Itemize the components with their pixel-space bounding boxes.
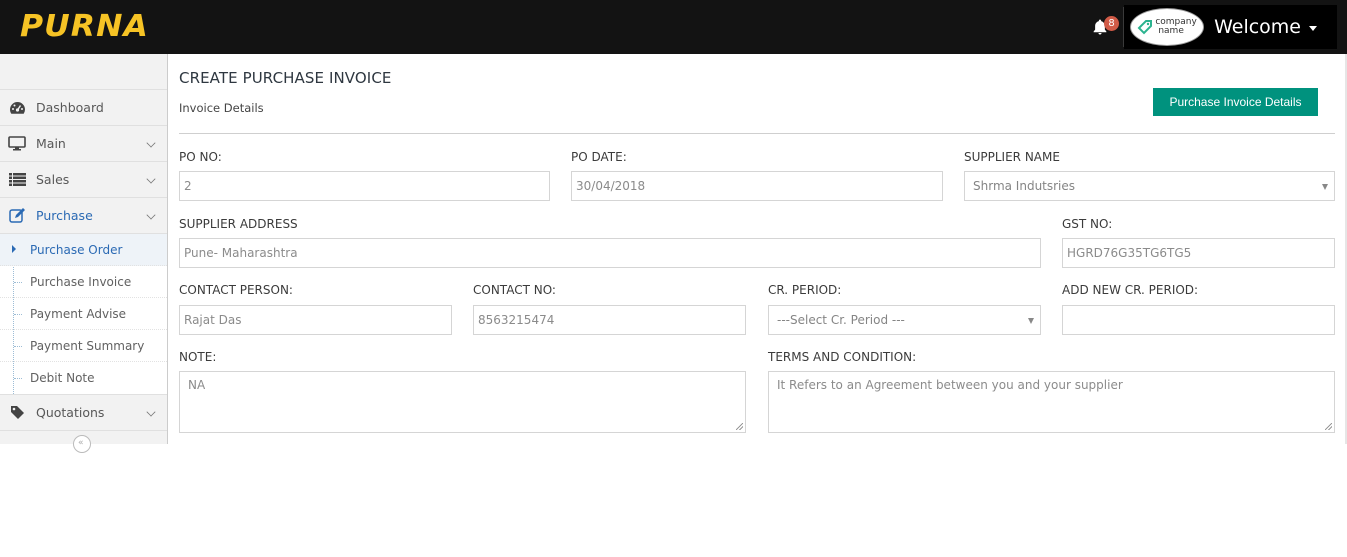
chevron-down-icon: [146, 407, 156, 417]
divider: [179, 133, 1335, 134]
sidebar-item-label: Quotations: [36, 405, 105, 420]
sidebar-item-label: Main: [36, 136, 66, 151]
user-menu-toggle[interactable]: company name Welcome: [1124, 5, 1337, 49]
terms-value: It Refers to an Agreement between you an…: [777, 378, 1123, 392]
sidebar-item-quotations[interactable]: Quotations: [0, 395, 167, 431]
tag-icon: [8, 404, 26, 422]
supplier-address-input[interactable]: Pune- Maharashtra: [179, 238, 1041, 268]
po-date-label: PO DATE:: [571, 150, 627, 164]
supplier-name-label: SUPPLIER NAME: [964, 150, 1060, 164]
brand-logo[interactable]: PURNA: [20, 8, 148, 44]
contact-person-input[interactable]: Rajat Das: [179, 305, 452, 335]
sidebar-item-dashboard[interactable]: Dashboard: [0, 90, 167, 126]
dropdown-arrow-icon: [1028, 318, 1034, 324]
resize-handle-icon[interactable]: [1325, 423, 1332, 430]
terms-textarea[interactable]: It Refers to an Agreement between you an…: [768, 371, 1335, 433]
add-cr-period-input[interactable]: [1062, 305, 1335, 335]
sidebar-item-purchase[interactable]: Purchase: [0, 198, 167, 234]
sidebar-item-main[interactable]: Main: [0, 126, 167, 162]
po-no-input[interactable]: 2: [179, 171, 550, 201]
submenu-item-payment-summary[interactable]: Payment Summary: [0, 330, 167, 362]
main-content: CREATE PURCHASE INVOICE Invoice Details …: [169, 54, 1345, 444]
company-logo: company name: [1130, 8, 1205, 46]
sidebar-collapse-bar: «: [0, 431, 167, 453]
purchase-submenu: Purchase Order Purchase Invoice Payment …: [0, 234, 167, 395]
sidebar-shortcuts: [0, 54, 167, 90]
purchase-invoice-details-button[interactable]: Purchase Invoice Details: [1153, 88, 1318, 116]
sidebar-item-label: Purchase: [36, 208, 93, 223]
terms-label: TERMS AND CONDITION:: [768, 350, 917, 364]
notifications-button[interactable]: 8: [1081, 0, 1121, 54]
navbar-right: 8 company name Welcome: [1081, 0, 1347, 54]
list-icon: [8, 171, 26, 189]
contact-no-label: CONTACT NO:: [473, 283, 556, 297]
supplier-name-value: Shrma Indutsries: [973, 179, 1076, 193]
brand-name: PURNA: [20, 8, 149, 44]
caret-down-icon: [1309, 25, 1317, 31]
chevron-down-icon: [146, 138, 156, 148]
note-value: NA: [188, 378, 206, 392]
submenu-item-purchase-order[interactable]: Purchase Order: [0, 234, 167, 266]
welcome-label: Welcome: [1214, 16, 1301, 38]
submenu-item-payment-advise[interactable]: Payment Advise: [0, 298, 167, 330]
chevron-down-icon: [146, 210, 156, 220]
submenu-item-purchase-invoice[interactable]: Purchase Invoice: [0, 266, 167, 298]
gst-no-label: GST NO:: [1062, 217, 1113, 231]
double-angle-left-icon: «: [78, 438, 84, 448]
note-textarea[interactable]: NA: [179, 371, 746, 433]
sidebar-item-label: Sales: [36, 172, 70, 187]
cr-period-label: CR. PERIOD:: [768, 283, 842, 297]
top-navbar: PURNA 8 company name Welcome: [0, 0, 1347, 54]
contact-person-label: CONTACT PERSON:: [179, 283, 293, 297]
sidebar: Dashboard Main Sales Purchase Purchase O…: [0, 54, 168, 453]
add-cr-period-label: ADD NEW CR. PERIOD:: [1062, 283, 1199, 297]
desktop-icon: [8, 135, 26, 153]
po-no-label: PO NO:: [179, 150, 222, 164]
page-subtitle: Invoice Details: [179, 101, 264, 115]
sidebar-item-sales[interactable]: Sales: [0, 162, 167, 198]
resize-handle-icon[interactable]: [736, 423, 743, 430]
note-label: NOTE:: [179, 350, 217, 364]
company-tag-icon: [1137, 20, 1153, 35]
notification-badge: 8: [1104, 16, 1120, 31]
page-title: CREATE PURCHASE INVOICE: [179, 69, 392, 87]
po-date-input[interactable]: 30/04/2018: [571, 171, 943, 201]
dropdown-arrow-icon: [1322, 184, 1328, 190]
sidebar-item-label: Dashboard: [36, 100, 104, 115]
cr-period-value: ---Select Cr. Period ---: [777, 313, 905, 327]
sidebar-collapse-button[interactable]: «: [73, 435, 91, 453]
contact-no-input[interactable]: 8563215474: [473, 305, 746, 335]
edit-icon: [8, 207, 26, 225]
company-logo-line2: name: [1158, 26, 1184, 36]
submenu-item-debit-note[interactable]: Debit Note: [0, 362, 167, 394]
tachometer-icon: [8, 99, 26, 117]
company-logo-text: company name: [1155, 18, 1196, 36]
supplier-address-label: SUPPLIER ADDRESS: [179, 217, 298, 231]
gst-no-input[interactable]: HGRD76G35TG6TG5: [1062, 238, 1335, 268]
supplier-name-select[interactable]: Shrma Indutsries: [964, 171, 1335, 201]
cr-period-select[interactable]: ---Select Cr. Period ---: [768, 305, 1041, 335]
chevron-down-icon: [146, 174, 156, 184]
